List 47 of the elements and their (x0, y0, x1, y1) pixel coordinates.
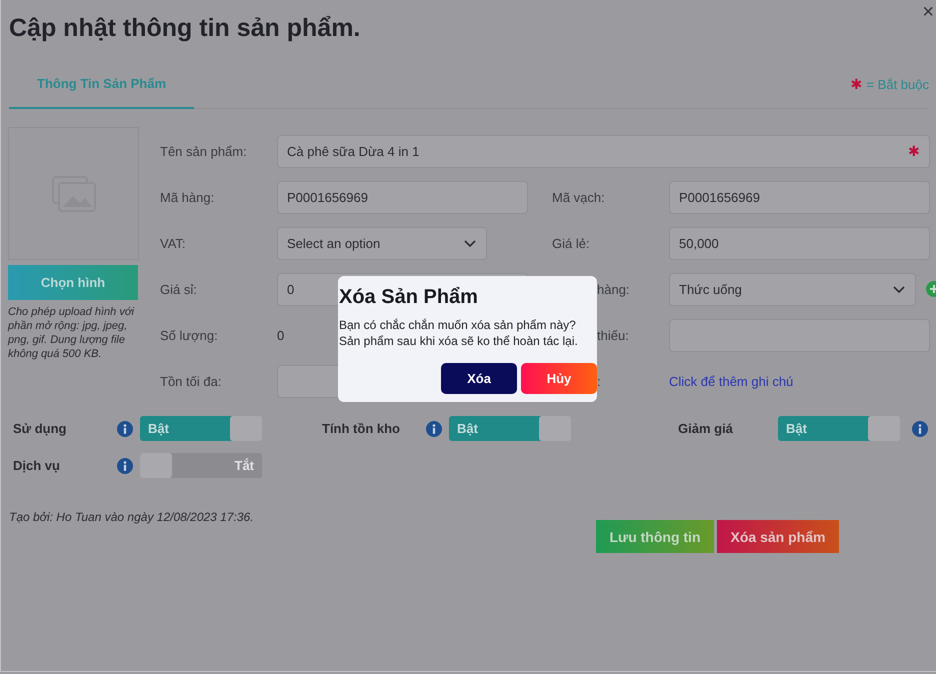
field-label: Số lượng: (160, 328, 218, 342)
info-icon (117, 458, 133, 474)
toggle-switch[interactable]: Bật (140, 416, 262, 441)
choose-image-button[interactable]: Chọn hình (8, 265, 138, 300)
select-field[interactable]: Select an option (277, 226, 487, 260)
window-title: Cập nhật thông tin sản phẩm. (9, 14, 360, 43)
add-note-link[interactable]: Click để thêm ghi chú (669, 374, 794, 388)
input-field[interactable]: P0001656969 (669, 180, 930, 214)
upload-hint: Cho phép upload hình với phần mở rộng: jpg, jpeg, png, gif. Dung lượng file không quá 500 KB. (8, 305, 136, 361)
field-label: Tồn tối đa: (160, 374, 222, 388)
chevron-down-icon (463, 238, 477, 248)
cancel-button[interactable]: Hủy (521, 363, 597, 394)
info-icon (912, 420, 928, 436)
select-field[interactable]: Thức uống (669, 272, 916, 306)
field-label: hàng: (597, 282, 630, 296)
input-field[interactable]: 50,000 (669, 226, 930, 260)
input-field[interactable]: Cà phê sữa Dừa 4 in 1 ✱ (277, 134, 930, 168)
field-label: Tên sản phẩm: (160, 144, 247, 158)
confirm-button[interactable]: Xóa (441, 363, 517, 394)
switch-label: Sử dụng (13, 421, 68, 436)
field-label: : (597, 374, 601, 388)
required-mark: ✱ (908, 143, 920, 159)
switch-label: Dịch vụ (13, 458, 61, 473)
field-value: 0 (277, 328, 284, 342)
switch-label: Tính tồn kho (322, 421, 401, 436)
toggle-switch[interactable]: Tắt (140, 453, 262, 478)
info-icon (426, 420, 442, 436)
toggle-switch[interactable]: Bật (778, 416, 900, 441)
field-label: Mã vạch: (552, 190, 605, 204)
dialog-message: Bạn có chắc chắn muốn xóa sản phẩm này? Sản phẩm sau khi xóa sẽ ko thể hoàn tác lại. (339, 317, 579, 349)
field-label: VAT: (160, 236, 186, 250)
field-label: Giá lẻ: (552, 236, 590, 250)
chevron-down-icon (892, 284, 906, 294)
field-label: Mã hàng: (160, 190, 214, 204)
input-field[interactable]: P0001656969 (277, 180, 528, 214)
created-note: Tạo bởi: Ho Tuan vào ngày 12/08/2023 17:36. (9, 510, 254, 526)
dialog-title: Xóa Sản Phẩm (339, 286, 479, 309)
save-button[interactable]: Lưu thông tin (596, 520, 714, 553)
close-button[interactable]: × (920, 4, 936, 20)
switch-label: Giảm giá (678, 421, 734, 436)
required-legend: = Bắt buộc (866, 76, 929, 92)
required-mark: ✱ (850, 76, 862, 92)
delete-button[interactable]: Xóa sản phẩm (717, 520, 839, 553)
info-icon (117, 420, 133, 436)
field-label: thiếu: (597, 328, 629, 342)
field-label: Giá sỉ: (160, 282, 197, 296)
toggle-switch[interactable]: Bật (449, 416, 571, 441)
